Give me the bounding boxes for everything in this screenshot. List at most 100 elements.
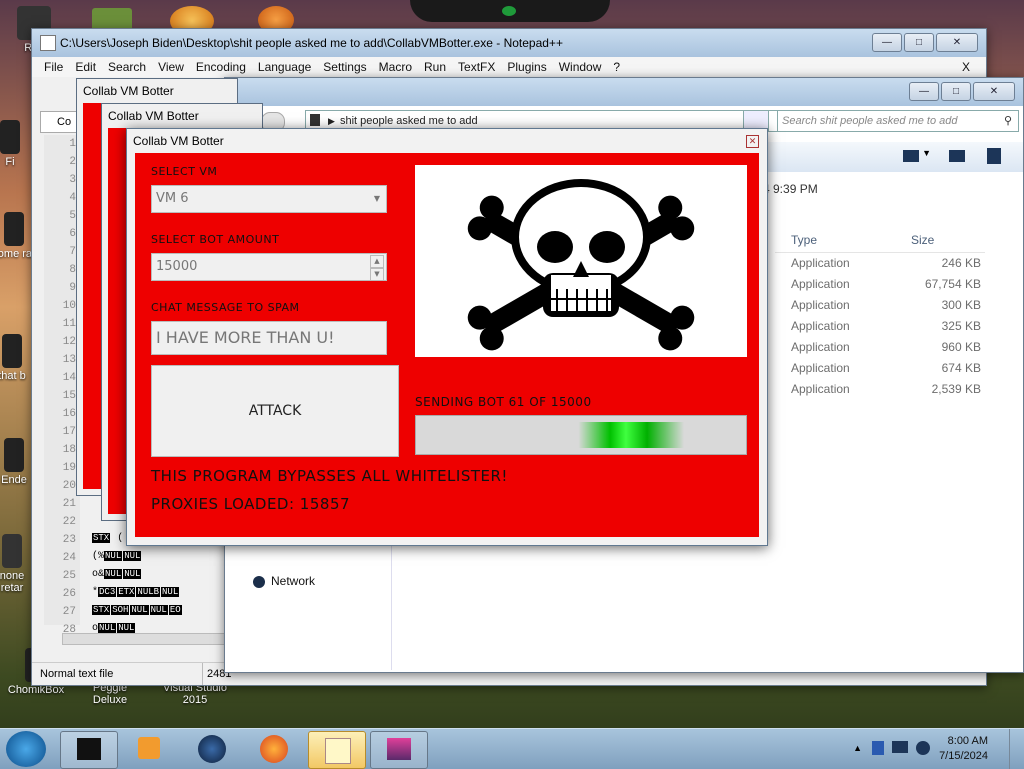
chevron-down-icon: ▼ xyxy=(373,194,380,203)
menu-help[interactable]: ? xyxy=(607,57,626,77)
code-line: o&NUL NUL xyxy=(92,565,232,583)
stepper-down-icon[interactable]: ▼ xyxy=(370,268,384,281)
top-gadget xyxy=(410,0,610,22)
proxies-status: PROXIES LOADED: 15857 xyxy=(151,495,351,513)
line-number: 12 xyxy=(62,336,76,348)
vm-select[interactable]: VM 6 ▼ xyxy=(151,185,387,213)
line-number: 19 xyxy=(62,462,76,474)
line-number: 21 xyxy=(62,498,76,510)
start-button[interactable] xyxy=(6,731,46,767)
desktop-icon-label: Fi xyxy=(5,156,15,168)
line-number: 27 xyxy=(62,606,76,618)
menu-settings[interactable]: Settings xyxy=(317,57,372,77)
chat-message-input[interactable]: I HAVE MORE THAN U! xyxy=(151,321,387,355)
line-number: 13 xyxy=(62,354,76,366)
bot-amount-stepper[interactable]: 15000 ▲ ▼ xyxy=(151,253,387,281)
chat-message-value: I HAVE MORE THAN U! xyxy=(156,328,335,347)
menu-textfx[interactable]: TextFX xyxy=(452,57,501,77)
maximize-button[interactable]: □ xyxy=(904,33,934,52)
minimize-button[interactable]: — xyxy=(909,82,939,101)
file-row[interactable]: Application 246 KB xyxy=(775,253,985,274)
line-number: 9 xyxy=(69,282,76,294)
control-char-token: STX xyxy=(92,605,111,615)
file-row[interactable]: Application 300 KB xyxy=(775,295,985,316)
file-icon xyxy=(4,438,24,472)
taskbar-app-explorer[interactable] xyxy=(370,731,428,769)
menu-view[interactable]: View xyxy=(152,57,190,77)
menu-search[interactable]: Search xyxy=(102,57,152,77)
network-icon xyxy=(253,575,265,588)
file-row[interactable]: Application 960 KB xyxy=(775,337,985,358)
file-size: 674 KB xyxy=(941,361,981,375)
tray-icon[interactable] xyxy=(872,741,884,755)
notepad-titlebar[interactable]: C:\Users\Joseph Biden\Desktop\shit peopl… xyxy=(32,29,986,57)
breadcrumb[interactable]: shit people asked me to add xyxy=(340,115,478,127)
select-vm-label: SELECT VM xyxy=(151,165,218,178)
file-row[interactable]: Application 674 KB xyxy=(775,358,985,379)
menu-edit[interactable]: Edit xyxy=(69,57,102,77)
maximize-button[interactable]: □ xyxy=(941,82,971,101)
line-number-gutter: 1 2 3 4 5 6 7 8 9 10 11 12 13 14 15 16 1… xyxy=(44,135,80,636)
menu-macro[interactable]: Macro xyxy=(373,57,418,77)
system-clock[interactable]: 8:00 AM 7/15/2024 xyxy=(939,734,988,764)
column-header-type[interactable]: Type xyxy=(775,228,911,252)
preview-pane-icon[interactable] xyxy=(949,150,965,162)
line-number: 16 xyxy=(62,408,76,420)
menu-file[interactable]: File xyxy=(38,57,69,77)
file-size: 325 KB xyxy=(941,319,981,333)
control-char-token: EO xyxy=(168,605,182,615)
help-icon[interactable] xyxy=(987,148,1001,164)
explorer-titlebar[interactable]: — □ ✕ xyxy=(225,78,1023,106)
column-header-size[interactable]: Size xyxy=(911,228,981,252)
skull-crossbones-icon xyxy=(467,179,695,351)
search-input[interactable]: Search shit people asked me to add ⚲ xyxy=(777,110,1019,132)
volume-icon[interactable] xyxy=(916,741,930,755)
line-number: 25 xyxy=(62,570,76,582)
window-title: Collab VM Botter xyxy=(83,84,174,98)
taskbar-app-botter[interactable] xyxy=(60,731,118,769)
file-size: 300 KB xyxy=(941,298,981,312)
desktop-icon-fi[interactable]: Fi xyxy=(0,120,34,168)
line-number: 3 xyxy=(69,174,76,186)
taskbar-app-media[interactable] xyxy=(122,731,178,767)
menu-plugins[interactable]: Plugins xyxy=(501,57,552,77)
file-row[interactable]: Application 67,754 KB xyxy=(775,274,985,295)
menu-encoding[interactable]: Encoding xyxy=(190,57,252,77)
code-line: (%NUL NUL xyxy=(92,547,232,565)
taskbar-app-notepad[interactable] xyxy=(308,731,366,769)
line-number: 22 xyxy=(62,516,76,528)
close-button[interactable]: ✕ xyxy=(973,82,1015,101)
close-button[interactable]: ✕ xyxy=(746,135,759,148)
taskbar-app-firefox[interactable] xyxy=(246,731,302,767)
line-number: 5 xyxy=(69,210,76,222)
line-number: 15 xyxy=(62,390,76,402)
control-char-token: NUL xyxy=(149,605,168,615)
close-button[interactable]: ✕ xyxy=(936,33,978,52)
attack-button[interactable]: ATTACK xyxy=(151,365,399,457)
search-icon: ⚲ xyxy=(1003,115,1012,127)
tray-expand-icon[interactable]: ▲ xyxy=(853,743,862,753)
show-desktop-button[interactable] xyxy=(1009,729,1024,769)
file-row[interactable]: Application 325 KB xyxy=(775,316,985,337)
bot-amount-value: 15000 xyxy=(156,259,198,274)
file-type: Application xyxy=(791,256,850,270)
line-number: 23 xyxy=(62,534,76,546)
chevron-down-icon[interactable]: ▼ xyxy=(922,148,931,158)
menu-window[interactable]: Window xyxy=(553,57,608,77)
view-options-icon[interactable] xyxy=(903,150,919,162)
line-number: 24 xyxy=(62,552,76,564)
control-char-token: ETX xyxy=(117,587,136,597)
file-row[interactable]: Application 2,539 KB xyxy=(775,379,985,400)
taskbar-app-globe[interactable] xyxy=(184,731,240,767)
menu-run[interactable]: Run xyxy=(418,57,452,77)
control-char-token: NUL xyxy=(161,587,180,597)
minimize-button[interactable]: — xyxy=(872,33,902,52)
nav-item-network[interactable]: Network xyxy=(253,574,315,588)
line-number: 20 xyxy=(62,480,76,492)
line-number: 2 xyxy=(69,156,76,168)
network-icon[interactable] xyxy=(892,741,908,753)
stepper-up-icon[interactable]: ▲ xyxy=(370,255,384,268)
horizontal-scrollbar[interactable] xyxy=(62,633,234,645)
menu-language[interactable]: Language xyxy=(252,57,317,77)
menu-close-document[interactable]: X xyxy=(956,57,976,77)
